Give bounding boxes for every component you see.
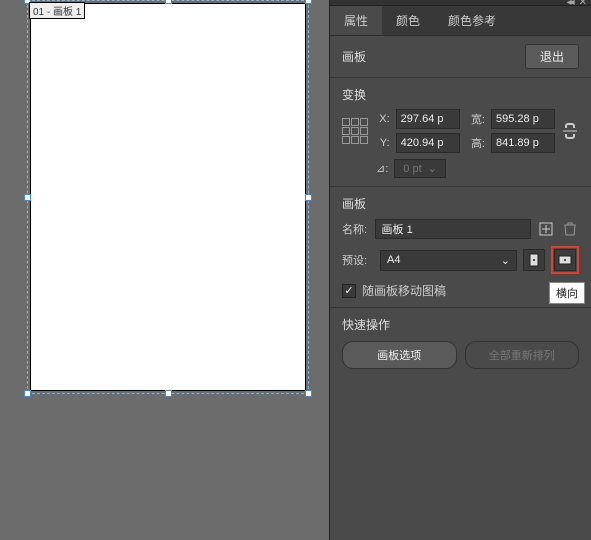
object-header-section: 画板 退出 [330,36,591,78]
object-type-title: 画板 [342,48,366,65]
resize-handle-b[interactable] [165,390,172,397]
resize-handle-tr[interactable] [305,0,312,4]
resize-handle-l[interactable] [24,194,31,201]
y-input[interactable] [396,133,460,153]
artboard-tag[interactable]: 01 - 画板 1 [29,2,85,19]
panel-tabs: 属性 颜色 颜色参考 [330,6,591,36]
width-label: 宽: [466,111,485,127]
artboard-selection[interactable]: 01 - 画板 1 [30,3,306,391]
resize-handle-br[interactable] [305,390,312,397]
new-artboard-icon[interactable] [537,218,555,240]
resize-handle-bl[interactable] [24,390,31,397]
move-artwork-checkbox[interactable]: ✓ [342,284,356,298]
delete-artboard-icon[interactable] [561,218,579,240]
resize-handle-t[interactable] [165,0,172,4]
reference-point-locator[interactable] [342,118,368,144]
rearrange-all-button: 全部重新排列 [465,341,580,369]
preset-dropdown[interactable]: A4 ⌄ [380,250,517,271]
preset-label: 预设: [342,252,374,268]
constrain-proportions-icon[interactable] [561,122,579,140]
name-label: 名称: [342,221,369,237]
tab-color[interactable]: 颜色 [382,6,434,35]
move-artwork-label: 随画板移动图稿 [362,282,446,299]
quick-actions-section: 快速操作 画板选项 全部重新排列 [330,308,591,377]
tab-properties[interactable]: 属性 [330,6,382,35]
height-label: 高: [466,135,485,151]
chevron-down-icon: ⌄ [501,254,510,267]
move-artwork-checkbox-row[interactable]: ✓ 随画板移动图稿 [342,282,579,299]
artboard-section-title: 画板 [342,195,579,212]
artboard-name-input[interactable] [375,219,531,239]
properties-panel: ◂◂ ✕ 属性 颜色 颜色参考 画板 退出 变换 X: 宽: Y: 高: [329,0,591,540]
resize-handle-r[interactable] [305,194,312,201]
y-label: Y: [374,137,390,149]
transform-section: 变换 X: 宽: Y: 高: ⊿: 0 pt⌄ [330,78,591,187]
orientation-landscape-button[interactable] [554,249,576,271]
chevron-down-icon: ⌄ [428,162,437,175]
angle-input[interactable]: 0 pt⌄ [394,159,446,178]
transform-title: 变换 [342,86,579,103]
orientation-portrait-button[interactable] [523,249,545,271]
height-input[interactable] [491,133,555,153]
tab-color-reference[interactable]: 颜色参考 [434,6,510,35]
canvas-area[interactable]: 01 - 画板 1 [0,0,325,540]
quick-actions-title: 快速操作 [342,316,579,333]
artboard-options-button[interactable]: 画板选项 [342,341,457,369]
x-label: X: [374,113,390,125]
exit-button[interactable]: 退出 [525,44,579,69]
artboard[interactable] [30,3,306,391]
angle-label: ⊿: [376,162,388,175]
width-input[interactable] [491,109,555,129]
tooltip: 横向 [549,282,585,304]
x-input[interactable] [396,109,460,129]
